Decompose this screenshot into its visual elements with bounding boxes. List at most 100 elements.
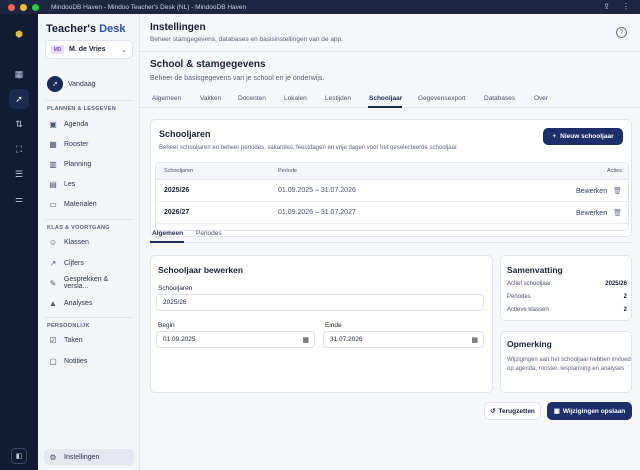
summary-card: Samenvatting Actief schooljaar 2025/26 Pe… xyxy=(500,255,632,321)
reset-button[interactable]: ↺ Terugzetten xyxy=(484,402,541,420)
sidebar-item-cijfers[interactable]: ↗ Cijfers xyxy=(44,255,134,271)
summary-row: Periodes 2 xyxy=(507,294,627,300)
sidebar-item-instellingen[interactable]: ⚙ Instellingen xyxy=(44,449,134,465)
window-controls xyxy=(8,3,39,11)
more-icon[interactable]: ⋮ xyxy=(622,2,630,11)
undo-icon: ↺ xyxy=(490,408,496,415)
gear-icon: ⚙ xyxy=(49,452,57,462)
end-date-input[interactable]: 31.07.2026 ▦ xyxy=(323,331,484,348)
tab-over[interactable]: Over xyxy=(534,95,548,102)
table-header: Schooljaren Periode Acties xyxy=(156,163,628,180)
table-row[interactable]: 2025/26 01.09.2025 – 31.07.2026 Bewerken… xyxy=(156,180,628,202)
new-schoolyear-button[interactable]: + Nieuw schooljaar xyxy=(543,128,623,145)
sync-icon[interactable]: ⇅ xyxy=(9,114,29,134)
edit-link[interactable]: Bewerken xyxy=(576,210,607,217)
subtab-periodes[interactable]: Periodes xyxy=(196,230,222,237)
tab-schooljaar[interactable]: Schooljaar xyxy=(369,95,402,102)
sidebar-item-les[interactable]: ▤ Les xyxy=(44,176,134,192)
period-cell: 01.09.2026 – 31.07.2027 xyxy=(278,209,356,216)
section-heading: KLAS & VOORTGANG xyxy=(47,225,110,231)
trash-icon[interactable]: 🗑 xyxy=(613,188,622,195)
tab-gegevensexport[interactable]: Gegevensexport xyxy=(418,95,466,102)
tab-lestijden[interactable]: Lestijden xyxy=(325,95,351,102)
checklist-icon: ☑ xyxy=(49,335,57,345)
table-row[interactable]: 2026/27 01.09.2026 – 31.07.2027 Bewerken… xyxy=(156,202,628,224)
sidebar-item-notities[interactable]: ▢ Notities xyxy=(44,353,134,369)
main-content: Instellingen Beheer stamgegevens, databa… xyxy=(140,14,640,470)
save-button[interactable]: ▣ Wijzigingen opslaan xyxy=(547,402,632,420)
sidebar-item-label: Cijfers xyxy=(64,259,84,267)
tab-databases[interactable]: Databases xyxy=(484,95,515,102)
remark-card: Opmerking Wijzigingen aan het schooljaar… xyxy=(500,331,632,393)
sidebar-item-materialen[interactable]: ▭ Materialen xyxy=(44,196,134,212)
note-icon: ▢ xyxy=(49,356,57,366)
share-icon[interactable]: ⇪ xyxy=(603,2,610,11)
calendar-icon[interactable]: ▦ xyxy=(471,336,478,344)
minimize-window-button[interactable] xyxy=(20,3,27,11)
sidebar-item-planning[interactable]: ▥ Planning xyxy=(44,156,134,172)
divider xyxy=(45,317,133,318)
card-title: Samenvatting xyxy=(507,265,563,275)
edit-link[interactable]: Bewerken xyxy=(576,188,607,195)
close-window-button[interactable] xyxy=(8,3,15,11)
sidebar-item-label: Taken xyxy=(64,336,83,344)
sidebar-item-vandaag[interactable]: ➚ Vandaag xyxy=(44,76,134,92)
database-icon[interactable]: ☰ xyxy=(9,164,29,184)
subtab-algemeen[interactable]: Algemeen xyxy=(152,230,183,237)
user-name: M. de Vries xyxy=(69,46,106,53)
page-subtitle: Beheer stamgegevens, databases en basisi… xyxy=(150,36,343,43)
begin-label: Begin xyxy=(158,322,175,329)
sidebar-item-label: Instellingen xyxy=(64,453,100,461)
settings-sliders-icon[interactable]: ⚌ xyxy=(9,189,29,209)
sidebar-item-label: Klassen xyxy=(64,238,89,246)
sidebar-item-gesprekken[interactable]: ✎ Gesprekken & versla... xyxy=(44,275,134,291)
button-label: Terugzetten xyxy=(498,407,535,415)
year-input[interactable]: 2025/26 xyxy=(156,294,484,311)
sidebar-item-taken[interactable]: ☑ Taken xyxy=(44,332,134,348)
section-heading: PLANNEN & LESGEVEN xyxy=(47,106,116,112)
help-icon[interactable]: ? xyxy=(616,27,627,38)
sidebar-item-analyses[interactable]: ▲ Analyses xyxy=(44,295,134,311)
card-title: Schooljaren xyxy=(159,129,211,139)
tab-docenten[interactable]: Docenten xyxy=(238,95,266,102)
tab-algemeen[interactable]: Algemeen xyxy=(152,95,181,102)
schoolyear-table: Schooljaren Periode Acties 2025/26 01.09… xyxy=(155,162,629,231)
summary-row: Actieve klassen 2 xyxy=(507,307,627,313)
dashboard-icon[interactable]: ▦ xyxy=(9,64,29,84)
calendar-icon[interactable]: ▦ xyxy=(302,336,309,344)
sub-tab-bar: Algemeen Periodes xyxy=(150,229,632,243)
active-tab-indicator xyxy=(368,106,402,108)
begin-date-input[interactable]: 01.09.2025 ▦ xyxy=(156,331,315,348)
grid-icon: ▦ xyxy=(49,139,57,149)
sidebar: Teacher's Desk MD M. de Vries ⌄ ➚ Vandaa… xyxy=(38,14,140,470)
collapse-sidebar-icon[interactable]: ◧ xyxy=(11,448,27,464)
year-label: Schooljaren xyxy=(158,285,193,292)
rocket-icon[interactable]: ➚ xyxy=(9,89,29,109)
sidebar-item-label: Agenda xyxy=(64,120,89,128)
sidebar-item-label: Vandaag xyxy=(68,80,96,88)
column-header: Periode xyxy=(278,168,297,174)
section-title: School & stamgegevens xyxy=(150,59,266,70)
trash-icon[interactable]: 🗑 xyxy=(613,210,622,217)
card-title: Opmerking xyxy=(507,339,552,349)
user-selector[interactable]: MD M. de Vries ⌄ xyxy=(45,40,133,59)
card-subtitle: Beheer schooljaren en beheer periodes, v… xyxy=(159,145,459,151)
scan-icon[interactable]: ⛶ xyxy=(9,139,29,159)
sidebar-item-klassen[interactable]: ☺ Klassen xyxy=(44,234,134,250)
title-bar: MindooDB Haven - Mindoo Teacher's Desk (… xyxy=(0,0,640,14)
schooljaren-card: Schooljaren Beheer schooljaren en beheer… xyxy=(150,119,632,237)
analytics-icon: ▲ xyxy=(49,298,57,308)
chat-icon: ✎ xyxy=(49,278,57,288)
avatar: MD xyxy=(51,45,64,54)
sidebar-item-rooster[interactable]: ▦ Rooster xyxy=(44,136,134,152)
tab-vakken[interactable]: Vakken xyxy=(200,95,221,102)
chart-icon: ▥ xyxy=(49,159,57,169)
sidebar-item-agenda[interactable]: ▣ Agenda xyxy=(44,116,134,132)
tab-lokalen[interactable]: Lokalen xyxy=(284,95,307,102)
year-cell: 2026/27 xyxy=(164,209,190,216)
brand-logo: Teacher's Desk xyxy=(46,23,126,35)
maximize-window-button[interactable] xyxy=(32,3,39,11)
section-subtitle: Beheer de basisgegevens van je school en… xyxy=(150,75,325,82)
period-cell: 01.09.2025 – 31.07.2026 xyxy=(278,187,356,194)
sidebar-item-label: Notities xyxy=(64,357,88,365)
